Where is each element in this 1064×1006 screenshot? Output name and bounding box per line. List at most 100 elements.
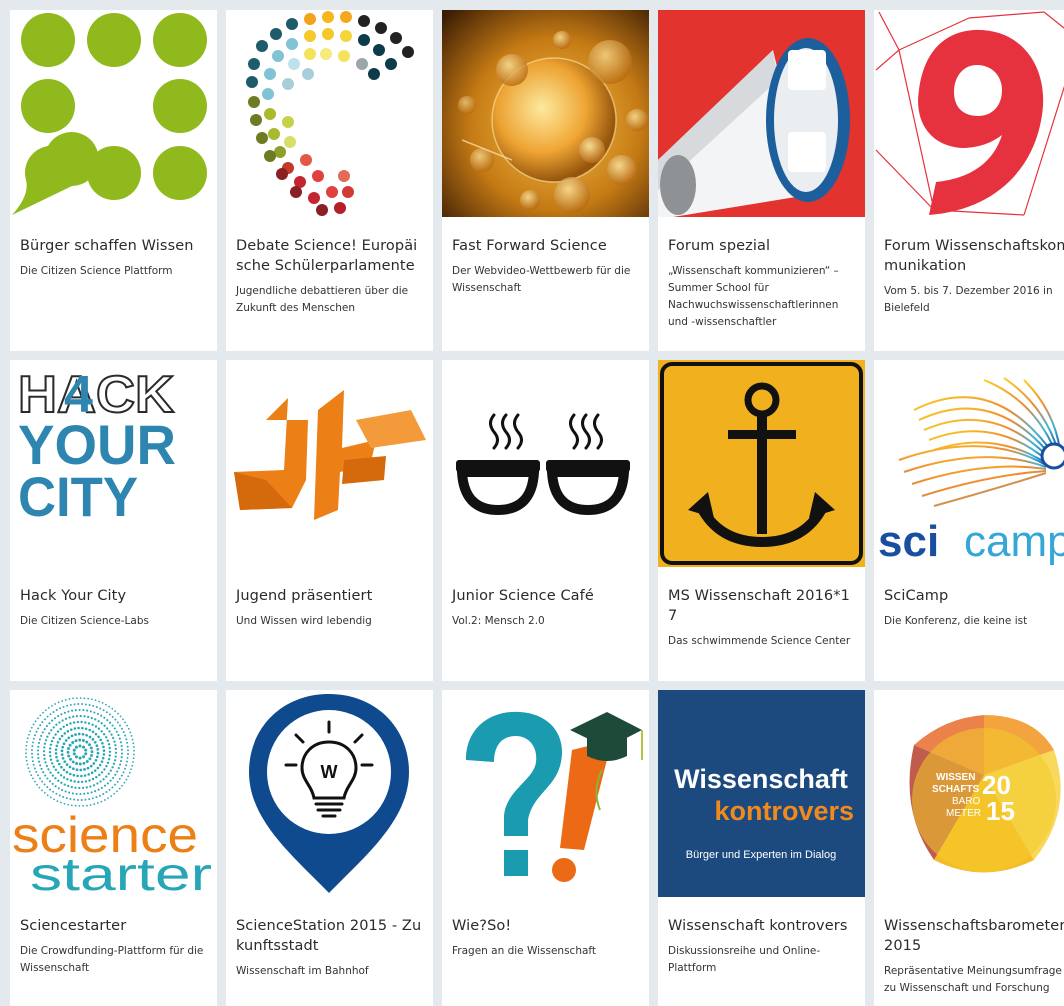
hack-your-city-logo: HACK 4 YOUR CITY (10, 360, 217, 567)
project-card-wissenschaft-kontrovers[interactable]: Wissenschaft kontrovers Bürger und Exper… (658, 690, 865, 1006)
logo-meter: METER (946, 808, 981, 819)
burst-dot (82, 761, 86, 765)
burst-dot (108, 750, 112, 753)
project-card-ms-wissenschaft[interactable]: MS Wissenschaft 2016*17 Das schwimmende … (658, 360, 865, 681)
burst-dot (35, 770, 38, 773)
project-card-wieso[interactable]: Wie?So! Fragen an die Wissenschaft (442, 690, 649, 1006)
burst-dot (48, 722, 51, 725)
burst-dot (111, 786, 114, 789)
burst-dot (82, 709, 85, 712)
project-card-wissenschaftsbarometer[interactable]: WISSEN SCHAFTS BARO METER 20 15 Wissensc… (874, 690, 1064, 1006)
project-card-sciencestation[interactable]: W ScienceStation 2015 - Zukunftsstadt Wi… (226, 690, 433, 1006)
burst-dot (120, 774, 123, 777)
burst-dot (60, 734, 64, 738)
burst-dot (122, 718, 124, 721)
burst-dot (98, 700, 100, 703)
burst-dot (38, 786, 41, 789)
burst-dot (79, 792, 82, 796)
burst-dot (62, 742, 66, 746)
project-card-junior-science-cafe[interactable]: Junior Science Café Vol.2: Mensch 2.0 (442, 360, 649, 681)
thumbnail (442, 10, 649, 217)
burst-dot (123, 781, 126, 784)
card-title[interactable]: Jugend präsentiert (236, 586, 423, 606)
card-title[interactable]: Fast Forward Science (452, 236, 639, 256)
burst-dot (74, 739, 78, 743)
burst-dot (42, 753, 46, 757)
project-card-fast-forward-science[interactable]: Fast Forward Science Der Webvideo-Wettbe… (442, 10, 649, 351)
burst-dot (62, 705, 65, 708)
burst-dot (85, 733, 88, 737)
project-card-hack-your-city[interactable]: HACK 4 YOUR CITY Hack Your City Die Citi… (10, 360, 217, 681)
burst-dot (41, 731, 44, 734)
burst-dot (25, 756, 28, 758)
card-title[interactable]: Wissenschaftsbarometer 2015 (884, 916, 1064, 956)
burst-dot (25, 759, 28, 762)
project-card-forum-spezial[interactable]: Forum spezial „Wissenschaft kommuniziere… (658, 10, 865, 351)
card-title[interactable]: Bürger schaffen Wissen (20, 236, 207, 256)
burst-dot (65, 770, 69, 774)
burst-dot (54, 777, 57, 780)
burst-dot (66, 778, 69, 781)
project-card-sciencestarter[interactable]: science starter Sciencestarter Die Crowd… (10, 690, 217, 1006)
card-title[interactable]: Wie?So! (452, 916, 639, 936)
burst-dot (96, 748, 100, 751)
card-description: „Wissenschaft kommunizieren“ – Summer Sc… (668, 265, 839, 328)
project-card-jugend-praesentiert[interactable]: Jugend präsentiert Und Wissen wird leben… (226, 360, 433, 681)
burst-dot (81, 786, 85, 790)
burst-dot (41, 721, 44, 724)
burst-dot (102, 753, 106, 756)
burst-dot (85, 760, 89, 763)
burst-dot (107, 743, 111, 746)
burst-dot (132, 742, 135, 745)
burst-dot (108, 746, 111, 750)
logo-wissenschaft: Wissenschaft (674, 764, 848, 794)
burst-dot (102, 793, 105, 795)
card-title[interactable]: ScienceStation 2015 - Zukunftsstadt (236, 916, 423, 956)
project-card-debate-science[interactable]: Debate Science! Europäische Schülerparla… (226, 10, 433, 351)
burst-dot (68, 765, 72, 769)
card-title[interactable]: SciCamp (884, 586, 1064, 606)
burst-dot (26, 763, 29, 766)
burst-dot (73, 798, 76, 801)
burst-dot (37, 774, 39, 777)
burst-dot (119, 763, 122, 766)
burst-dot (44, 709, 47, 712)
burst-dot (96, 802, 99, 804)
megaphone-icon (658, 10, 865, 217)
card-title[interactable]: Hack Your City (20, 586, 207, 606)
card-title[interactable]: Junior Science Café (452, 586, 639, 606)
burst-dot (65, 763, 69, 766)
burst-dot (43, 728, 46, 731)
project-card-scicamp[interactable]: sci camp SciCamp Die Konferenz, die kein… (874, 360, 1064, 681)
burst-dot (42, 750, 46, 753)
burst-dot (114, 744, 117, 747)
burst-dot (98, 794, 101, 797)
burst-dot (63, 732, 67, 735)
project-card-forum-wissenschaftskommunikation[interactable]: Forum Wissenschaftskommunikation Vom 5. … (874, 10, 1064, 351)
burst-dot (85, 740, 89, 744)
burst-dot (74, 755, 79, 759)
burst-dot (127, 749, 129, 752)
burst-dot (78, 756, 82, 760)
card-title[interactable]: Sciencestarter (20, 916, 207, 936)
burst-dot (82, 755, 86, 759)
burst-dot (69, 772, 72, 776)
card-title[interactable]: Forum spezial (668, 236, 855, 256)
burst-dot (31, 748, 33, 751)
card-title[interactable]: MS Wissenschaft 2016*17 (668, 586, 855, 626)
card-title[interactable]: Forum Wissenschaftskommunikation (884, 236, 1064, 276)
burst-dot (97, 788, 100, 791)
burst-dot (69, 779, 73, 782)
burst-dot (98, 773, 101, 777)
project-card-buerger-schaffen-wissen[interactable]: Bürger schaffen Wissen Die Citizen Scien… (10, 10, 217, 351)
burst-dot (60, 765, 63, 769)
burst-dot (100, 722, 103, 725)
card-title[interactable]: Debate Science! Europäische Schülerparla… (236, 236, 423, 276)
burst-dot (70, 728, 73, 731)
card-title[interactable]: Wissenschaft kontrovers (668, 916, 855, 936)
burst-dot (65, 797, 68, 800)
burst-dot (75, 714, 79, 718)
burst-dot (39, 777, 41, 780)
burst-dot (78, 738, 82, 742)
burst-dot (43, 718, 46, 721)
